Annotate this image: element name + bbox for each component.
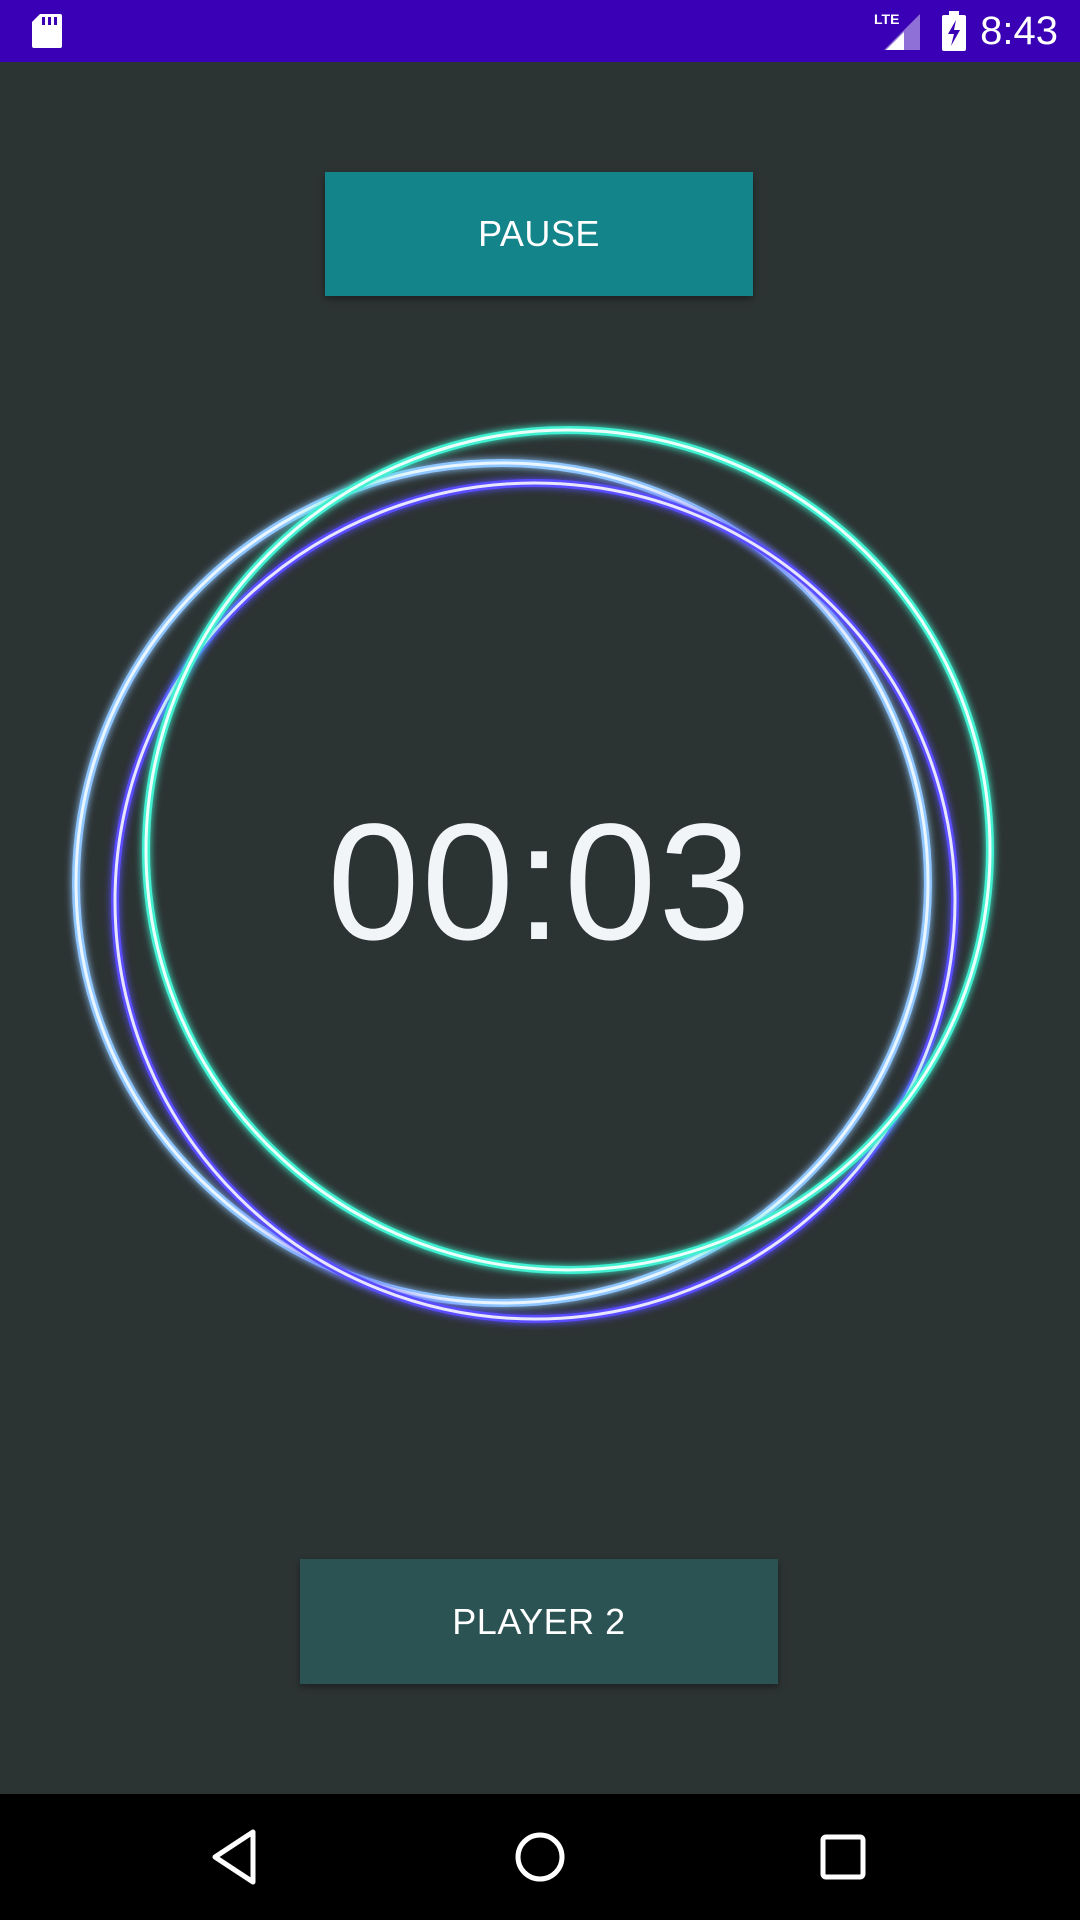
status-bar: LTE 8:43 [0, 0, 1080, 62]
pause-button[interactable]: PAUSE [325, 172, 753, 296]
lte-label: LTE [874, 11, 899, 27]
navigation-bar [0, 1794, 1080, 1920]
sd-card-icon [32, 14, 62, 48]
recents-icon[interactable] [810, 1824, 876, 1890]
status-clock: 8:43 [980, 9, 1058, 53]
timer-screen: LTE 8:43 PAUSE 00:03 PLAYER 2 [0, 0, 1080, 1920]
lte-signal-icon: LTE [874, 11, 920, 50]
back-icon[interactable] [203, 1824, 269, 1890]
player-2-button[interactable]: PLAYER 2 [300, 1559, 778, 1684]
home-icon[interactable] [507, 1824, 573, 1890]
battery-charging-icon [942, 11, 966, 51]
timer-display: 00:03 [327, 790, 753, 975]
